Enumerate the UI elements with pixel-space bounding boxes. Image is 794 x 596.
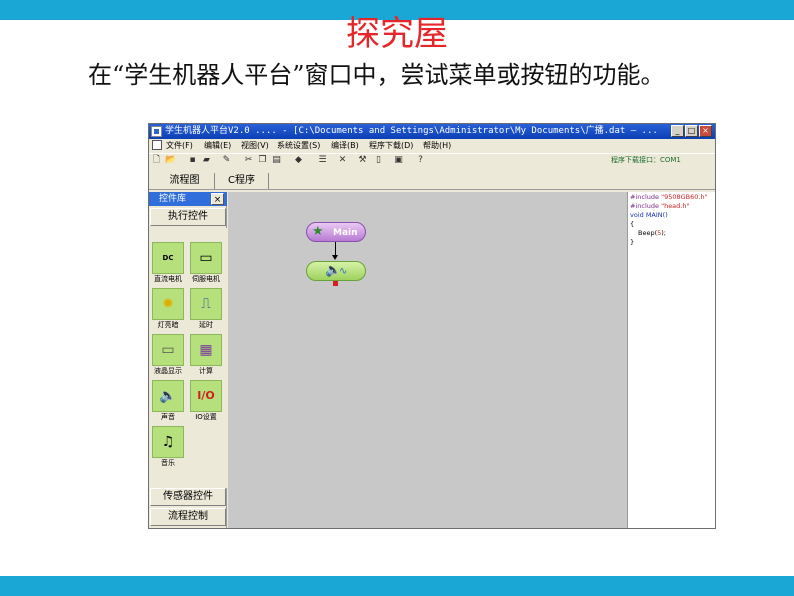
code-line: #include "head.h" <box>630 202 690 210</box>
menu-download[interactable]: 程序下载(D) <box>369 139 413 152</box>
speaker-icon: 🔈 <box>152 380 184 412</box>
star-icon: ★ <box>312 224 324 239</box>
palette-item-light[interactable]: ✹ 灯亮暗 <box>151 288 185 332</box>
menu-compile[interactable]: 编译(B) <box>331 139 359 152</box>
menu-view[interactable]: 视图(V) <box>241 139 269 152</box>
palette-item-io[interactable]: I/O IO设置 <box>189 380 223 424</box>
delete-icon[interactable]: ✕ <box>337 155 348 166</box>
category-sensor-controls[interactable]: 传感器控件 <box>150 488 226 506</box>
servo-motor-icon: ▭ <box>190 242 222 274</box>
folder-icon[interactable]: ▰ <box>201 155 212 166</box>
lcd-icon: ▭ <box>152 334 184 366</box>
toolbar: 🗋 📂 ▪ ▰ ✎ ✂ ❐ ▤ ◆ ☰ ✕ ⚒ ▯ ▣ ? 程序下载接口：COM… <box>149 153 715 168</box>
cut-icon[interactable]: ✂ <box>243 155 254 166</box>
code-line: #include "9508GB60.h" <box>630 193 708 201</box>
main-node[interactable]: ★ Main <box>306 222 366 242</box>
delay-icon: ⎍ <box>190 288 222 320</box>
arrow-down-icon <box>332 255 338 260</box>
menu-file[interactable]: 文件(F) <box>166 139 193 152</box>
minimize-button[interactable]: _ <box>671 125 684 137</box>
dc-motor-icon: DC <box>152 242 184 274</box>
calculator-icon: ▦ <box>190 334 222 366</box>
category-exec-controls[interactable]: 执行控件 <box>150 208 226 226</box>
palette-item-servo-motor[interactable]: ▭ 伺服电机 <box>189 242 223 286</box>
edit-icon[interactable]: ✎ <box>221 155 232 166</box>
maximize-button[interactable]: □ <box>685 125 698 137</box>
palette-item-label: 液晶显示 <box>154 367 182 375</box>
light-bulb-icon: ✹ <box>152 288 184 320</box>
document-icon[interactable]: ▯ <box>373 155 384 166</box>
system-menu-icon[interactable] <box>152 140 162 150</box>
node-anchor-handle[interactable] <box>333 281 338 286</box>
list-icon[interactable]: ☰ <box>317 155 328 166</box>
palette-item-label: 音乐 <box>161 459 175 467</box>
c-code-pane[interactable]: #include "9508GB60.h" #include "head.h" … <box>627 192 715 528</box>
palette-item-label: 伺服电机 <box>192 275 220 283</box>
code-line: { <box>630 220 635 228</box>
control-library-panel: 控件库 × 执行控件 DC 直流电机 ▭ 伺服电机 ✹ 灯亮暗 ⎍ 延时 ▭ 液… <box>149 192 227 528</box>
panel-close-button[interactable]: × <box>211 193 224 205</box>
view-tabs: 流程图 C程序 <box>149 170 715 190</box>
app-window: 学生机器人平台V2.0 .... - [C:\Documents and Set… <box>148 123 716 529</box>
sound-node[interactable]: 🔈 ∿ <box>306 261 366 281</box>
paste-icon[interactable]: ▤ <box>271 155 282 166</box>
app-icon <box>151 126 162 137</box>
code-line: Beep(5); <box>638 229 666 237</box>
palette-item-sound[interactable]: 🔈 声音 <box>151 380 185 424</box>
bottom-band <box>0 576 794 596</box>
palette-item-label: 灯亮暗 <box>157 321 179 329</box>
open-folder-icon[interactable]: 📂 <box>165 155 176 166</box>
menu-bar: 文件(F) 编辑(E) 视图(V) 系统设置(S) 编译(B) 程序下载(D) … <box>149 139 715 152</box>
io-icon: I/O <box>190 380 222 412</box>
sound-wave-icon: ∿ <box>339 266 348 277</box>
copy-icon[interactable]: ❐ <box>257 155 268 166</box>
slide-title: 探究屋 <box>346 14 448 54</box>
palette-item-delay[interactable]: ⎍ 延时 <box>189 288 223 332</box>
new-file-icon[interactable]: 🗋 <box>151 155 162 166</box>
menu-system-settings[interactable]: 系统设置(S) <box>277 139 320 152</box>
save-icon[interactable]: ▪ <box>187 155 198 166</box>
flowchart-canvas[interactable]: ★ Main 🔈 ∿ <box>228 192 627 528</box>
tab-c-program[interactable]: C程序 <box>215 173 269 189</box>
palette-item-label: 直流电机 <box>154 275 182 283</box>
menu-help[interactable]: 帮助(H) <box>423 139 451 152</box>
code-line: void MAIN() <box>630 211 668 219</box>
panel-title: 控件库 <box>159 194 187 204</box>
download-port-label: 程序下载接口：COM1 <box>611 156 681 164</box>
tools-icon[interactable]: ⚒ <box>357 155 368 166</box>
window-title: 学生机器人平台V2.0 .... - [C:\Documents and Set… <box>165 126 658 136</box>
palette-item-label: IO设置 <box>195 413 217 421</box>
palette-item-label: 延时 <box>199 321 213 329</box>
window-titlebar[interactable]: 学生机器人平台V2.0 .... - [C:\Documents and Set… <box>149 124 715 139</box>
palette-item-label: 声音 <box>161 413 175 421</box>
palette-item-music[interactable]: ♫ 音乐 <box>151 426 185 470</box>
menu-edit[interactable]: 编辑(E) <box>204 139 231 152</box>
tab-flowchart[interactable]: 流程图 <box>155 173 215 189</box>
main-node-label: Main <box>333 228 358 238</box>
palette-item-label: 计算 <box>199 367 213 375</box>
palette-item-calculate[interactable]: ▦ 计算 <box>189 334 223 378</box>
category-flow-controls[interactable]: 流程控制 <box>150 508 226 526</box>
code-line: } <box>630 238 635 246</box>
slide-body-text: 在“学生机器人平台”窗口中，尝试菜单或按钮的功能。 <box>88 61 665 89</box>
music-icon: ♫ <box>152 426 184 458</box>
palette-item-dc-motor[interactable]: DC 直流电机 <box>151 242 185 286</box>
tag-icon[interactable]: ◆ <box>293 155 304 166</box>
disk-icon[interactable]: ▣ <box>393 155 404 166</box>
close-button[interactable]: × <box>699 125 712 137</box>
palette-item-lcd[interactable]: ▭ 液晶显示 <box>151 334 185 378</box>
help-icon[interactable]: ? <box>415 155 426 166</box>
control-palette: DC 直流电机 ▭ 伺服电机 ✹ 灯亮暗 ⎍ 延时 ▭ 液晶显示 ▦ 计算 🔈 … <box>149 228 227 488</box>
